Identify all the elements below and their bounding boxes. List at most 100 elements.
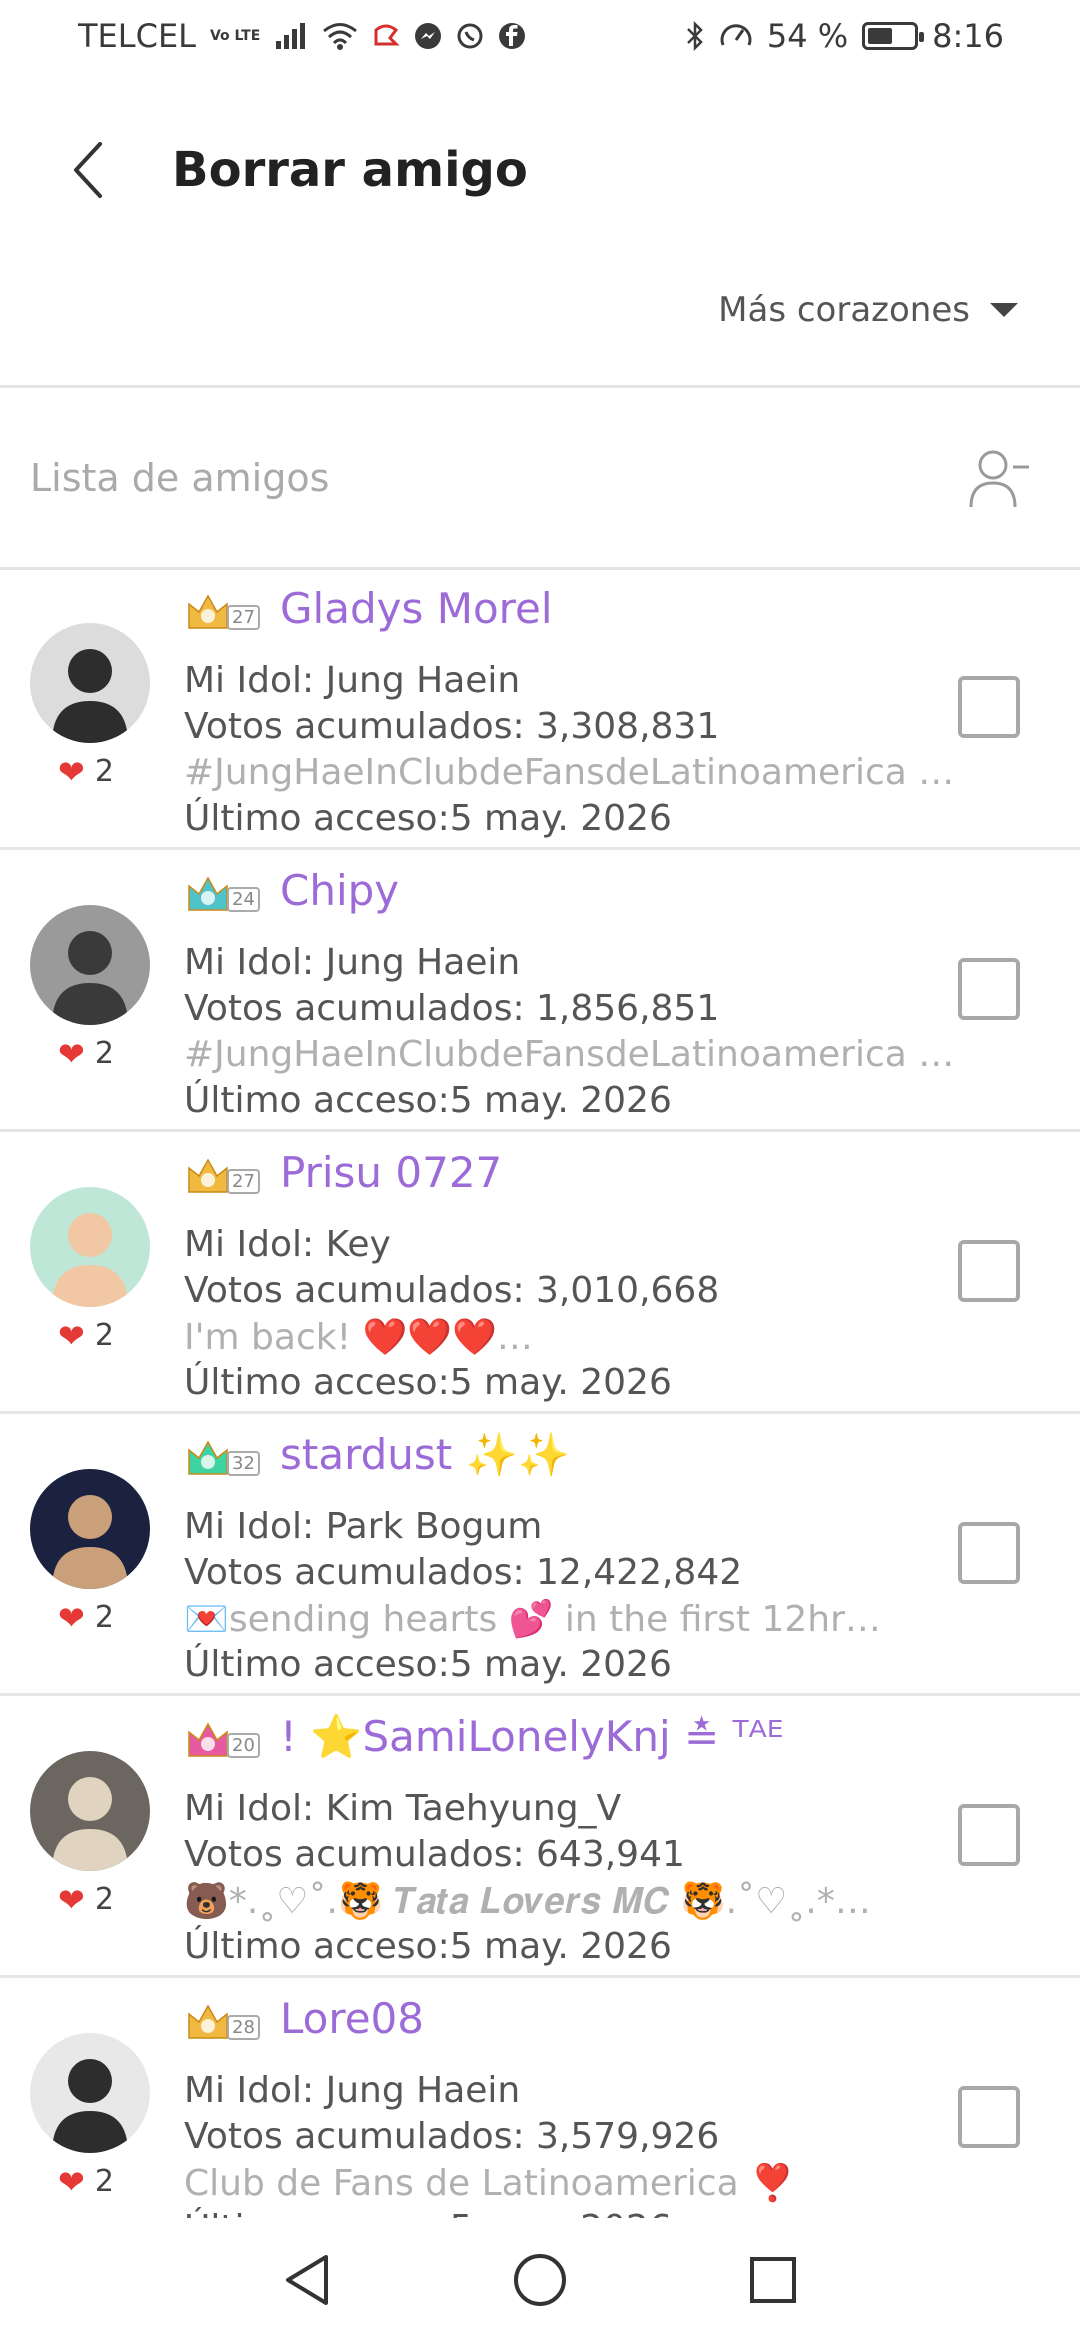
friend-row[interactable]: ❤ 2 20 ! ⭐SamiLonelyKnj ≛ ᵀᴬᴱ Mi Idol: K… [0,1696,1080,1978]
friend-row[interactable]: ❤ 2 32 stardust ✨✨ Mi Idol: Park Bogum V… [0,1414,1080,1696]
heart-icon: ❤ [58,1316,85,1355]
friend-status: #JungHaeInClubdeFansdeLatinoamerica … [184,1034,955,1075]
crown-badge-icon [188,1158,228,1193]
back-button[interactable] [48,130,128,210]
friend-status: #JungHaeInClubdeFansdeLatinoamerica … [184,752,955,793]
facebook-icon [498,22,526,50]
friend-status: 🐻*.˳♡˚.🐯 𝑻𝒂𝒕𝒂 𝑳𝒐𝒗𝒆𝒓𝒔 𝑴𝑪 🐯.˚♡˳.*… [184,1881,871,1922]
speed-icon [719,21,753,51]
level-number: 24 [227,887,260,912]
heart-icon: ❤ [58,1598,85,1637]
avatar [30,2033,150,2153]
crown-badge-icon [188,1722,228,1757]
friend-status: I'm back! ❤️❤️❤️… [184,1317,533,1358]
page-title: Borrar amigo [172,142,528,198]
caret-down-icon [990,303,1018,317]
friend-last-access: Último acceso:5 may. 2026 [184,2208,672,2218]
list-title: Lista de amigos [30,456,330,500]
nav-home-button[interactable] [500,2240,580,2320]
bluetooth-icon [685,21,705,51]
nav-recents-button[interactable] [733,2240,813,2320]
battery-percent: 54 % [766,17,849,55]
nav-back-button[interactable] [267,2240,347,2320]
sort-dropdown[interactable]: Más corazones [718,290,1018,330]
friend-row[interactable]: ❤ 2 28 Lore08 Mi Idol: Jung Haein Votos … [0,1978,1080,2218]
friend-last-access: Último acceso:5 may. 2026 [184,1362,672,1403]
list-header: Lista de amigos [0,388,1080,568]
triangle-back-icon [285,2255,328,2305]
level-number: 32 [227,1451,260,1476]
friend-votes: Votos acumulados: 3,308,831 [184,706,720,747]
friend-row[interactable]: ❤ 2 27 Gladys Morel Mi Idol: Jung Haein … [0,568,1080,850]
friend-last-access: Último acceso:5 may. 2026 [184,1080,672,1121]
hearts-value: 2 [94,754,114,789]
friend-idol: Mi Idol: Key [184,1224,391,1265]
hearts-count: ❤ 2 [58,1882,114,1917]
friend-idol: Mi Idol: Jung Haein [184,660,521,701]
friend-name: Lore08 [280,1994,424,2043]
friend-votes: Votos acumulados: 12,422,842 [184,1552,743,1593]
select-checkbox[interactable] [958,1804,1020,1866]
heart-icon: ❤ [58,1034,85,1073]
square-recents-icon [750,2257,797,2303]
level-number: 27 [227,1169,260,1194]
level-badge: 28 [185,1998,260,2044]
avatar [30,905,150,1025]
battery-icon [862,22,925,50]
level-badge: 27 [185,588,260,634]
select-checkbox[interactable] [958,676,1020,738]
friend-row[interactable]: ❤ 2 27 Prisu 0727 Mi Idol: Key Votos acu… [0,1132,1080,1414]
avatar [30,1187,150,1307]
hearts-value: 2 [94,2164,114,2199]
remove-user-icon[interactable] [960,438,1040,518]
status-left: TELCEL Vo LTE [78,17,526,55]
friend-name: stardust ✨✨ [280,1430,571,1479]
level-badge: 27 [185,1152,260,1198]
crown-badge-icon [188,2004,228,2039]
clock: 8:16 [932,17,1004,55]
whatsapp-icon [456,22,484,50]
avatar [30,623,150,743]
wifi-icon [322,22,358,50]
hearts-value: 2 [94,1036,114,1071]
friend-idol: Mi Idol: Park Bogum [184,1506,543,1547]
select-checkbox[interactable] [958,1522,1020,1584]
status-bar: TELCEL Vo LTE 54 % 8:16 [0,0,1080,72]
heart-icon: ❤ [58,752,85,791]
friend-votes: Votos acumulados: 1,856,851 [184,988,720,1029]
level-badge: 32 [185,1434,260,1480]
friend-status: Club de Fans de Latinoamerica ❣️ [184,2163,795,2204]
battery-fill [868,28,892,44]
back-arrow-icon [74,142,102,198]
sort-label: Más corazones [718,290,970,330]
cast-icon [372,24,400,48]
friend-row[interactable]: ❤ 2 24 Chipy Mi Idol: Jung Haein Votos a… [0,850,1080,1132]
volte-label: Vo LTE [209,28,261,44]
level-badge: 20 [185,1716,260,1762]
friend-name: Prisu 0727 [280,1148,503,1197]
hearts-count: ❤ 2 [58,754,114,789]
select-checkbox[interactable] [958,2086,1020,2148]
app-header: Borrar amigo [0,110,1080,230]
friend-last-access: Último acceso:5 may. 2026 [184,798,672,839]
friend-last-access: Último acceso:5 may. 2026 [184,1644,672,1685]
carrier-label: TELCEL [78,17,196,55]
crown-badge-icon [188,876,228,911]
friend-name: Chipy [280,866,400,915]
hearts-count: ❤ 2 [58,1600,114,1635]
navigation-bar [0,2220,1080,2340]
select-checkbox[interactable] [958,1240,1020,1302]
hearts-count: ❤ 2 [58,1318,114,1353]
hearts-value: 2 [94,1318,114,1353]
friend-name: Gladys Morel [280,584,553,633]
level-badge: 24 [185,870,260,916]
hearts-count: ❤ 2 [58,1036,114,1071]
crown-badge-icon [188,594,228,629]
friend-votes: Votos acumulados: 643,941 [184,1834,685,1875]
heart-icon: ❤ [58,2162,85,2201]
friend-idol: Mi Idol: Jung Haein [184,2070,521,2111]
friend-idol: Mi Idol: Jung Haein [184,942,521,983]
crown-badge-icon [188,1440,228,1475]
circle-home-icon [513,2254,566,2306]
select-checkbox[interactable] [958,958,1020,1020]
